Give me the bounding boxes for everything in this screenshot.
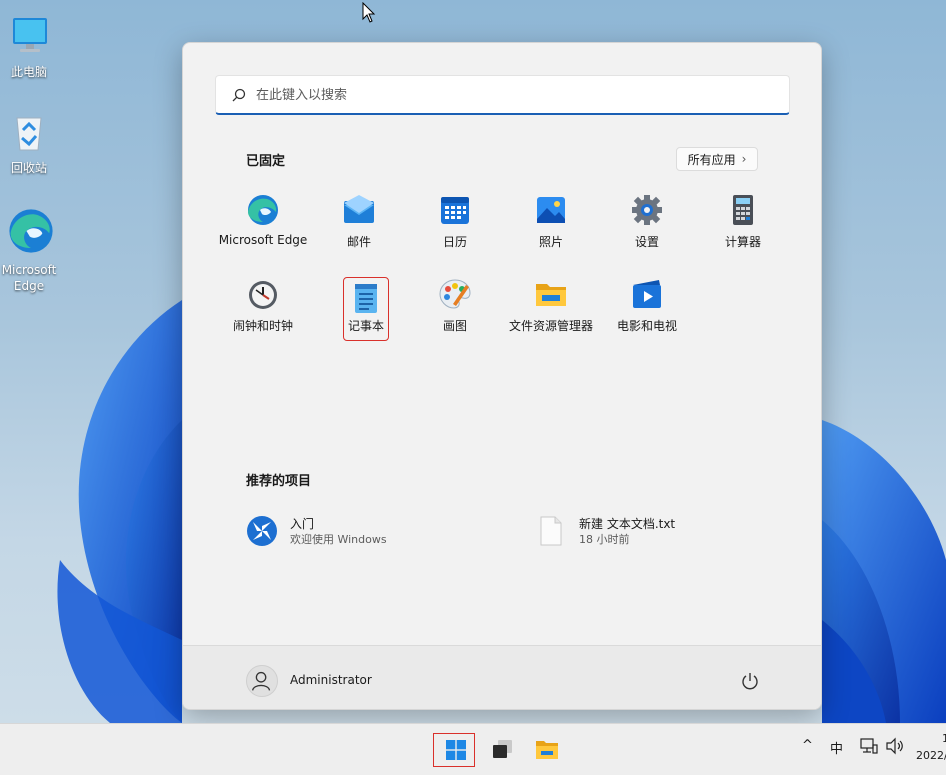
pinned-app-photos[interactable]: 照片 [503, 189, 599, 261]
file-explorer-button[interactable] [527, 734, 567, 766]
desktop-icon-this-pc[interactable]: 此电脑 [0, 14, 58, 80]
mouse-cursor-icon [362, 2, 376, 23]
app-label: 记事本 [347, 319, 384, 333]
chevron-right-icon: › [741, 152, 747, 166]
recommended-item-text-file[interactable]: 新建 文本文档.txt 18 小时前 [535, 513, 775, 553]
app-label: 日历 [442, 235, 467, 249]
app-label: 照片 [538, 235, 563, 249]
app-label: 电影和电视 [616, 319, 677, 333]
search-icon [232, 88, 246, 102]
tray-overflow-chevron[interactable]: ^ [802, 738, 813, 762]
user-avatar[interactable] [246, 665, 278, 697]
network-icon[interactable] [860, 737, 878, 761]
start-menu-footer: Administrator [183, 645, 821, 709]
pinned-app-calendar[interactable]: 日历 [407, 189, 503, 261]
app-label: 画图 [442, 319, 467, 333]
clock-date: 2022/ [916, 749, 946, 762]
app-label: 设置 [634, 235, 659, 249]
edge-icon [8, 209, 53, 253]
movies-icon [633, 280, 661, 308]
user-icon [251, 671, 271, 691]
paint-icon [439, 279, 471, 309]
clock-time: 1 [942, 732, 946, 745]
clock-icon [249, 281, 277, 309]
desktop-icon-label: 此电脑 [10, 65, 47, 79]
user-name[interactable]: Administrator [290, 673, 372, 687]
pinned-app-alarms-clock[interactable]: 闹钟和时钟 [215, 273, 311, 345]
desktop-icon-label: Microsoft Edge [1, 263, 57, 293]
pinned-app-mail[interactable]: 邮件 [311, 189, 407, 261]
recommended-item-name: 入门 [290, 517, 315, 531]
power-button[interactable] [739, 670, 761, 692]
app-label: 文件资源管理器 [508, 319, 593, 333]
gear-icon [632, 195, 662, 225]
volume-icon[interactable] [885, 737, 905, 761]
speaker-icon [886, 737, 903, 755]
recommended-section-title: 推荐的项目 [246, 474, 312, 489]
folder-icon [536, 284, 566, 306]
windows-logo-icon [446, 740, 466, 760]
all-apps-label: 所有应用 [687, 152, 736, 167]
recommended-item-subtitle: 欢迎使用 Windows [290, 533, 387, 546]
pinned-app-settings[interactable]: 设置 [599, 189, 695, 261]
desktop-icon-label: 回收站 [10, 161, 47, 175]
recommended-item-subtitle: 18 小时前 [579, 533, 630, 546]
app-label: 计算器 [724, 235, 761, 249]
get-started-icon [247, 516, 277, 546]
pinned-app-notepad[interactable]: 记事本 [343, 277, 389, 341]
pinned-app-edge[interactable]: Microsoft Edge [215, 189, 311, 261]
start-button[interactable] [433, 733, 475, 767]
calculator-icon [733, 195, 753, 225]
pinned-app-calculator[interactable]: 计算器 [695, 189, 791, 261]
mail-icon [344, 195, 374, 223]
search-box[interactable] [215, 75, 790, 115]
recommended-item-get-started[interactable]: 入门 欢迎使用 Windows [246, 513, 486, 553]
photos-icon [537, 197, 565, 223]
task-view-icon [493, 740, 512, 758]
calendar-icon [441, 197, 469, 224]
recycle-bin-icon [16, 117, 42, 151]
notepad-icon [355, 284, 377, 313]
pinned-app-file-explorer[interactable]: 文件资源管理器 [503, 273, 599, 345]
taskbar: ^ 中 1 2022/ [0, 723, 946, 775]
recommended-item-name: 新建 文本文档.txt [579, 517, 676, 531]
desktop-icon-edge[interactable]: Microsoft Edge [0, 206, 58, 294]
task-view-button[interactable] [482, 734, 522, 766]
power-icon [742, 673, 758, 690]
pinned-section-title: 已固定 [246, 154, 286, 169]
folder-icon [536, 741, 558, 759]
network-icon-glyph [860, 738, 878, 754]
taskbar-clock[interactable]: 1 2022/ [916, 724, 946, 775]
start-menu: 已固定 所有应用 › Microsoft Edge 邮件 [182, 42, 822, 710]
pinned-app-paint[interactable]: 画图 [407, 273, 503, 345]
all-apps-button[interactable]: 所有应用 › [676, 147, 758, 171]
app-label: 邮件 [346, 235, 371, 249]
text-file-icon [540, 516, 562, 546]
ime-indicator[interactable]: 中 [830, 738, 843, 762]
search-input[interactable] [256, 84, 756, 106]
monitor-icon [13, 18, 47, 52]
app-label: Microsoft Edge [218, 233, 308, 247]
app-label: 闹钟和时钟 [232, 319, 293, 333]
pinned-app-movies-tv[interactable]: 电影和电视 [599, 273, 695, 345]
desktop-icon-recycle-bin[interactable]: 回收站 [0, 110, 58, 176]
edge-icon [248, 195, 278, 225]
